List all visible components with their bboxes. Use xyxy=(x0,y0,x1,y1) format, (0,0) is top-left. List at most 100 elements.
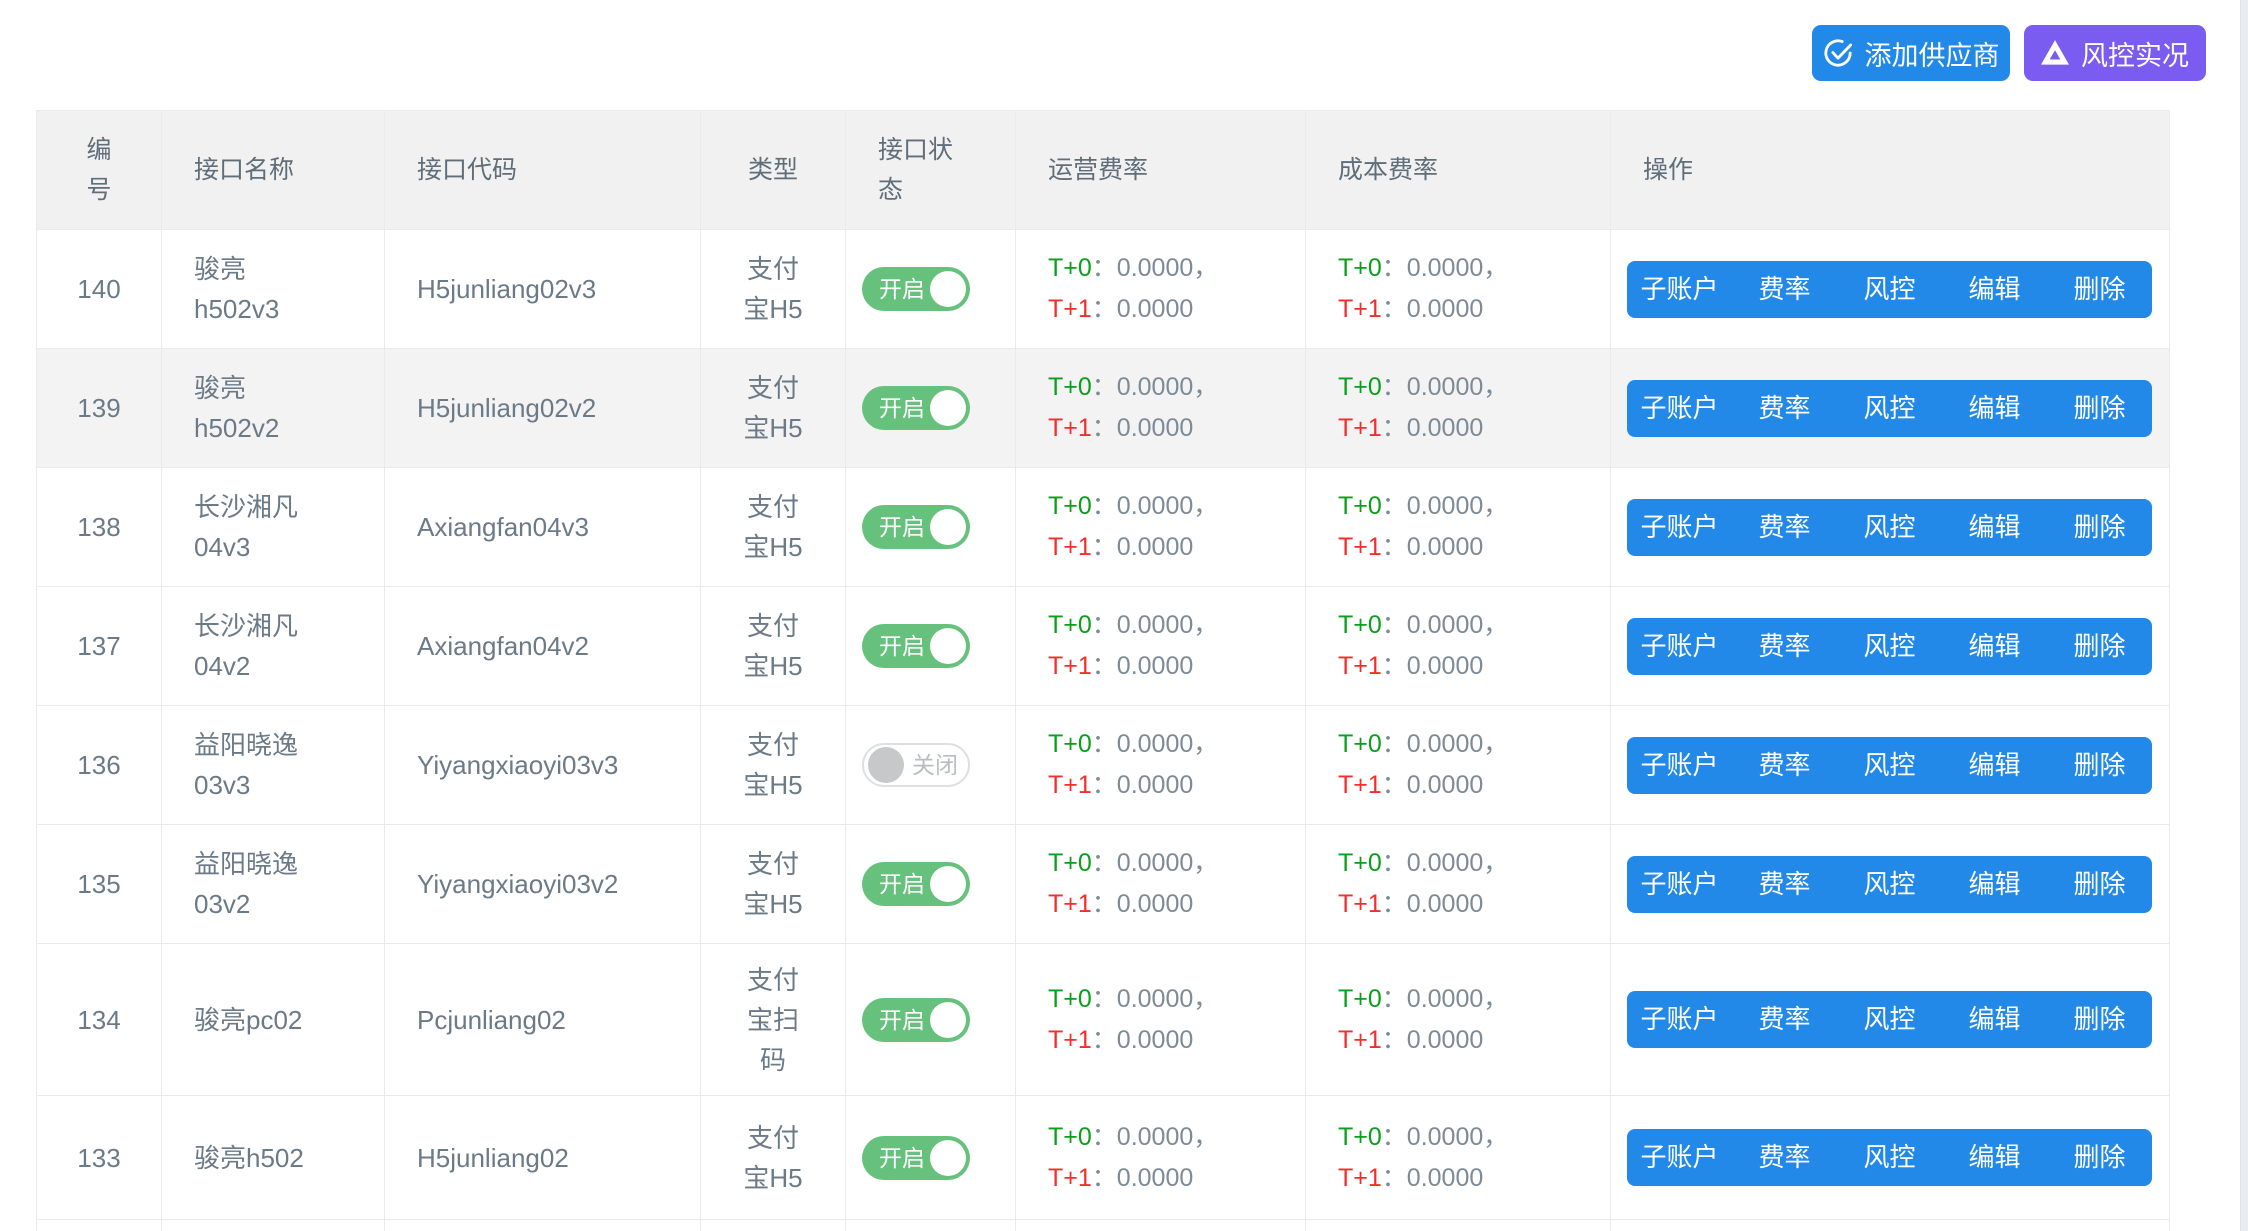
toggle-knob xyxy=(930,1002,966,1038)
toggle-knob xyxy=(930,509,966,545)
action-button-group: 子账户 费率 风控 编辑 删除 xyxy=(1627,1129,2152,1186)
cell-id: 139 xyxy=(37,349,162,468)
delete-button[interactable]: 删除 xyxy=(2047,618,2152,675)
status-toggle[interactable]: 开启 xyxy=(862,862,970,906)
action-button-group: 子账户 费率 风控 编辑 删除 xyxy=(1627,991,2152,1048)
rate-button[interactable]: 费率 xyxy=(1732,737,1837,794)
status-toggle[interactable]: 开启 xyxy=(862,998,970,1042)
delete-button[interactable]: 删除 xyxy=(2047,1129,2152,1186)
edit-button[interactable]: 编辑 xyxy=(1942,856,2047,913)
edit-button[interactable]: 编辑 xyxy=(1942,991,2047,1048)
status-toggle[interactable]: 开启 xyxy=(862,386,970,430)
cell-cost-rate: T+0：0.0000， T+1：0.0000 xyxy=(1306,349,1611,468)
rate-button[interactable]: 费率 xyxy=(1732,856,1837,913)
cell-actions: 子账户 费率 风控 编辑 删除 xyxy=(1611,1096,2170,1220)
cell-interface-name: 骏亮h502v2 xyxy=(162,349,385,468)
cell-cost-rate: T+0：0.0000， T+1：0.0000 xyxy=(1306,825,1611,944)
risk-button[interactable]: 风控 xyxy=(1837,618,1942,675)
cell-type: 支付宝H5 xyxy=(701,587,846,706)
status-toggle[interactable]: 开启 xyxy=(862,1136,970,1180)
toggle-label: 开启 xyxy=(862,864,925,904)
rate-button[interactable]: 费率 xyxy=(1732,499,1837,556)
toggle-knob xyxy=(930,271,966,307)
delete-button[interactable]: 删除 xyxy=(2047,737,2152,794)
cell-type: 支付宝H5 xyxy=(701,1096,846,1220)
cell-cost-rate: T+0：0.0000， T+1：0.0000 xyxy=(1306,706,1611,825)
edit-button[interactable]: 编辑 xyxy=(1942,380,2047,437)
cell-interface-code: H5junliang02 xyxy=(385,1096,701,1220)
edit-button[interactable]: 编辑 xyxy=(1942,737,2047,794)
cell-status: 关闭 xyxy=(846,706,1016,825)
cell-operation-rate: T+0：0.0000， T+1：0.0000 xyxy=(1016,706,1306,825)
cell-status: 开启 xyxy=(846,230,1016,349)
cell-interface-name: 骏亮h502 xyxy=(162,1096,385,1220)
sub-account-button[interactable]: 子账户 xyxy=(1627,261,1732,318)
cell-id: 135 xyxy=(37,825,162,944)
cell-actions: 子账户 费率 风控 编辑 删除 xyxy=(1611,230,2170,349)
edit-button[interactable]: 编辑 xyxy=(1942,499,2047,556)
edit-button[interactable]: 编辑 xyxy=(1942,261,2047,318)
edit-button[interactable]: 编辑 xyxy=(1942,1129,2047,1186)
cell-interface-name: 骏亮pc02 xyxy=(162,944,385,1096)
cell-type: 支付宝H5 xyxy=(701,349,846,468)
cell-cost-rate: T+0：0.0000， T+1：0.0000 xyxy=(1306,230,1611,349)
delete-button[interactable]: 删除 xyxy=(2047,261,2152,318)
rate-button[interactable]: 费率 xyxy=(1732,380,1837,437)
sub-account-button[interactable]: 子账户 xyxy=(1627,991,1732,1048)
header-name: 接口名称 xyxy=(162,111,385,230)
status-toggle[interactable]: 开启 xyxy=(862,267,970,311)
add-supplier-button[interactable]: 添加供应商 xyxy=(1812,25,2010,81)
risk-button[interactable]: 风控 xyxy=(1837,261,1942,318)
cell-interface-code: Yiyangxiaoyi03v2 xyxy=(385,825,701,944)
status-toggle[interactable]: 开启 xyxy=(862,624,970,668)
cell-cost-rate: T+0：0.0000， T+1：0.0000 xyxy=(1306,468,1611,587)
delete-button[interactable]: 删除 xyxy=(2047,380,2152,437)
cell-interface-name: 益阳晓逸03v3 xyxy=(162,706,385,825)
risk-button[interactable]: 风控 xyxy=(1837,380,1942,437)
vertical-scrollbar[interactable] xyxy=(2240,0,2248,1231)
cell-interface-name: 益阳晓逸03v2 xyxy=(162,825,385,944)
sub-account-button[interactable]: 子账户 xyxy=(1627,618,1732,675)
sub-account-button[interactable]: 子账户 xyxy=(1627,737,1732,794)
delete-button[interactable]: 删除 xyxy=(2047,856,2152,913)
header-code: 接口代码 xyxy=(385,111,701,230)
delete-button[interactable]: 删除 xyxy=(2047,499,2152,556)
rate-button[interactable]: 费率 xyxy=(1732,1129,1837,1186)
cell-type: 支付宝H5 xyxy=(701,825,846,944)
cell-id: 133 xyxy=(37,1096,162,1220)
delete-button[interactable]: 删除 xyxy=(2047,991,2152,1048)
risk-live-button[interactable]: 风控实况 xyxy=(2024,25,2206,81)
risk-button[interactable]: 风控 xyxy=(1837,856,1942,913)
status-toggle[interactable]: 关闭 xyxy=(862,743,970,787)
toggle-knob xyxy=(868,747,904,783)
action-button-group: 子账户 费率 风控 编辑 删除 xyxy=(1627,737,2152,794)
header-actions: 操作 xyxy=(1611,111,2170,230)
rate-button[interactable]: 费率 xyxy=(1732,991,1837,1048)
risk-button[interactable]: 风控 xyxy=(1837,737,1942,794)
toggle-label: 开启 xyxy=(862,269,925,309)
table-row: 140 骏亮h502v3 H5junliang02v3 支付宝H5 开启 T+0… xyxy=(37,230,2170,349)
risk-button[interactable]: 风控 xyxy=(1837,991,1942,1048)
toggle-label: 开启 xyxy=(862,507,925,547)
cell-cost-rate: T+0：0.0000， T+1：0.0000 xyxy=(1306,587,1611,706)
rate-button[interactable]: 费率 xyxy=(1732,618,1837,675)
sub-account-button[interactable]: 子账户 xyxy=(1627,380,1732,437)
table-row: 136 益阳晓逸03v3 Yiyangxiaoyi03v3 支付宝H5 关闭 T… xyxy=(37,706,2170,825)
risk-button[interactable]: 风控 xyxy=(1837,1129,1942,1186)
risk-button[interactable]: 风控 xyxy=(1837,499,1942,556)
sub-account-button[interactable]: 子账户 xyxy=(1627,1129,1732,1186)
cell-id: 138 xyxy=(37,468,162,587)
table-row: 135 益阳晓逸03v2 Yiyangxiaoyi03v2 支付宝H5 开启 T… xyxy=(37,825,2170,944)
cell-status: 开启 xyxy=(846,349,1016,468)
status-toggle[interactable]: 开启 xyxy=(862,505,970,549)
rate-button[interactable]: 费率 xyxy=(1732,261,1837,318)
action-button-group: 子账户 费率 风控 编辑 删除 xyxy=(1627,261,2152,318)
cell-type: 支付宝H5 xyxy=(701,230,846,349)
cell-cost-rate: T+0：0.0000， T+1：0.0000 xyxy=(1306,1096,1611,1220)
sub-account-button[interactable]: 子账户 xyxy=(1627,499,1732,556)
edit-button[interactable]: 编辑 xyxy=(1942,618,2047,675)
cell-interface-code: H5junliang02v3 xyxy=(385,230,701,349)
sub-account-button[interactable]: 子账户 xyxy=(1627,856,1732,913)
drive-triangle-icon xyxy=(2041,40,2069,66)
cell-operation-rate: T+0：0.0000， T+1：0.0000 xyxy=(1016,1096,1306,1220)
